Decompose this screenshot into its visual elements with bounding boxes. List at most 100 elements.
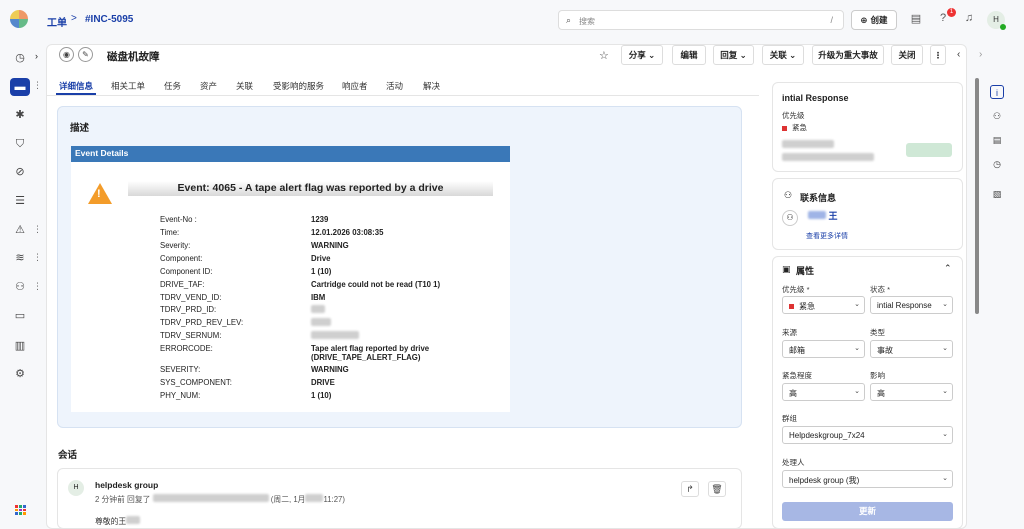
tab-resolution[interactable]: 解决 — [423, 80, 440, 92]
settings-icon[interactable]: ⚙ — [12, 366, 28, 382]
redacted-value — [311, 305, 325, 315]
clock-icon[interactable]: ◷ — [990, 157, 1004, 171]
link-button[interactable]: 关联 ⌄ — [762, 45, 804, 65]
contact-title: 联系信息 — [800, 193, 837, 203]
reply-button[interactable]: 回复 ⌄ — [713, 45, 754, 65]
tab-activity[interactable]: 活动 — [386, 80, 403, 92]
warning-exclamation: ! — [97, 188, 101, 200]
forward-icon[interactable]: ↱ — [681, 481, 699, 497]
event-row-value: Drive — [311, 254, 331, 263]
source-select-value: 邮箱 — [789, 346, 805, 355]
tab-assets[interactable]: 资产 — [200, 80, 217, 92]
edit-label: 编辑 — [680, 50, 698, 60]
source-select[interactable]: 邮箱 ⌄ — [782, 340, 865, 358]
reply-label: 回复 — [720, 50, 738, 60]
urgency-select[interactable]: 高 ⌄ — [782, 383, 865, 401]
chart-icon[interactable]: ▥ — [12, 338, 28, 354]
search-input[interactable]: ⌕ 搜索 / — [558, 10, 844, 30]
redacted-value — [311, 331, 359, 341]
update-button[interactable]: 更新 — [782, 502, 953, 521]
tab-details[interactable]: 详细信息 — [59, 80, 93, 92]
event-row-key: PHY_NUM: — [160, 391, 201, 400]
urgency-label: 紧急程度 — [782, 371, 812, 380]
impact-label: 影响 — [870, 371, 885, 380]
apps-grid-icon[interactable] — [15, 505, 26, 515]
compass-icon[interactable]: ⊘ — [12, 164, 28, 180]
app-logo[interactable] — [10, 10, 28, 28]
group-label: 群组 — [782, 414, 797, 423]
info-icon[interactable]: i — [990, 85, 1004, 99]
avatar: H — [68, 480, 84, 496]
group-select[interactable]: Helpdeskgroup_7x24 ⌄ — [782, 426, 953, 444]
star-icon[interactable]: ☆ — [599, 49, 609, 62]
redacted-value — [311, 318, 331, 328]
next-icon[interactable]: › — [979, 49, 982, 60]
ticket-title: 磁盘机故障 — [107, 51, 160, 63]
online-status-dot — [1000, 24, 1006, 30]
breadcrumb-separator: > — [71, 13, 77, 24]
edit-button[interactable]: 编辑 — [672, 45, 706, 65]
tab-affected-services[interactable]: 受影响的服务 — [273, 80, 324, 92]
contact-more-link[interactable]: 查看更多详情 — [806, 231, 848, 241]
event-row-key: Component ID: — [160, 267, 213, 276]
more-icon[interactable]: ⋮ — [33, 252, 42, 263]
share-button[interactable]: 分享 ⌄ — [621, 45, 663, 65]
escalate-major-incident-button[interactable]: 升级为重大事故 — [812, 45, 884, 65]
create-button-label: 创建 — [870, 15, 888, 25]
assignee-label: 处理人 — [782, 458, 805, 467]
book-icon[interactable]: ▭ — [12, 308, 28, 324]
shield-icon[interactable]: ⛉ — [12, 136, 28, 152]
event-row-value: 1239 — [311, 215, 329, 224]
layers-icon[interactable]: ≋ — [12, 250, 28, 266]
scrollbar[interactable] — [975, 78, 979, 314]
user-card-icon[interactable]: ⚇ — [12, 279, 28, 295]
tab-related-tickets[interactable]: 相关工单 — [111, 80, 145, 92]
expand-chevron-icon[interactable]: › — [35, 51, 38, 61]
status-label: 状态 * — [870, 285, 891, 294]
list-icon[interactable]: ☰ — [12, 193, 28, 209]
bell-icon[interactable]: ♫ — [962, 12, 976, 24]
dashboard-icon[interactable]: ◷ — [12, 50, 28, 66]
contacts-icon[interactable]: ▤ — [909, 12, 923, 25]
escalate-label: 升级为重大事故 — [818, 50, 878, 60]
description-title: 描述 — [70, 123, 90, 134]
event-row-key: Time: — [160, 228, 180, 237]
breadcrumb-tickets[interactable]: 工单 — [47, 14, 67, 29]
previous-icon[interactable]: ‹ — [957, 49, 960, 60]
create-button[interactable]: ⊕ 创建 — [851, 10, 897, 30]
notes-icon[interactable]: ▤ — [990, 133, 1004, 147]
more-icon[interactable]: ⋮ — [33, 281, 42, 292]
tab-links[interactable]: 关联 — [236, 80, 253, 92]
tickets-icon[interactable]: ▬ — [10, 78, 30, 96]
tab-responders[interactable]: 响应者 — [342, 80, 368, 92]
close-button[interactable]: 关闭 — [891, 45, 923, 65]
user-icon[interactable]: ⚇ — [990, 109, 1004, 123]
image-icon[interactable]: ▧ — [990, 187, 1004, 201]
bug-icon[interactable]: ✱ — [12, 107, 28, 123]
type-select[interactable]: 事故 ⌄ — [870, 340, 953, 358]
search-shortcut: / — [830, 15, 833, 25]
event-row-key: TDRV_PRD_REV_LEV: — [160, 318, 244, 327]
chevron-up-icon[interactable]: ⌃ — [944, 263, 952, 274]
priority-select[interactable]: 紧急 ⌄ — [782, 296, 865, 314]
event-row-key: DRIVE_TAF: — [160, 280, 205, 289]
eye-icon[interactable]: ◉ — [59, 47, 74, 62]
status-select[interactable]: intial Response ⌄ — [870, 296, 953, 314]
more-actions-button[interactable]: ⋮ — [930, 45, 946, 65]
plus-circle-icon: ⊕ — [860, 14, 868, 25]
impact-select[interactable]: 高 ⌄ — [870, 383, 953, 401]
alert-icon[interactable]: ⚠ — [12, 222, 28, 238]
assignee-select-value: helpdesk group (我) — [789, 476, 860, 485]
assignee-select[interactable]: helpdesk group (我) ⌄ — [782, 470, 953, 488]
event-banner: Event: 4065 - A tape alert flag was repo… — [128, 181, 493, 196]
contact-name[interactable]: 王 — [808, 209, 838, 222]
edit-icon[interactable]: ✎ — [78, 47, 93, 62]
trash-icon[interactable]: 🗑 — [708, 481, 726, 497]
link-label: 关联 — [769, 50, 787, 60]
redacted-value — [782, 153, 874, 161]
priority-field-label: 优先级 * — [782, 285, 810, 294]
more-icon[interactable]: ⋮ — [33, 80, 42, 91]
priority-label: 优先级 — [782, 111, 805, 120]
tab-tasks[interactable]: 任务 — [164, 80, 181, 92]
more-icon[interactable]: ⋮ — [33, 224, 42, 235]
